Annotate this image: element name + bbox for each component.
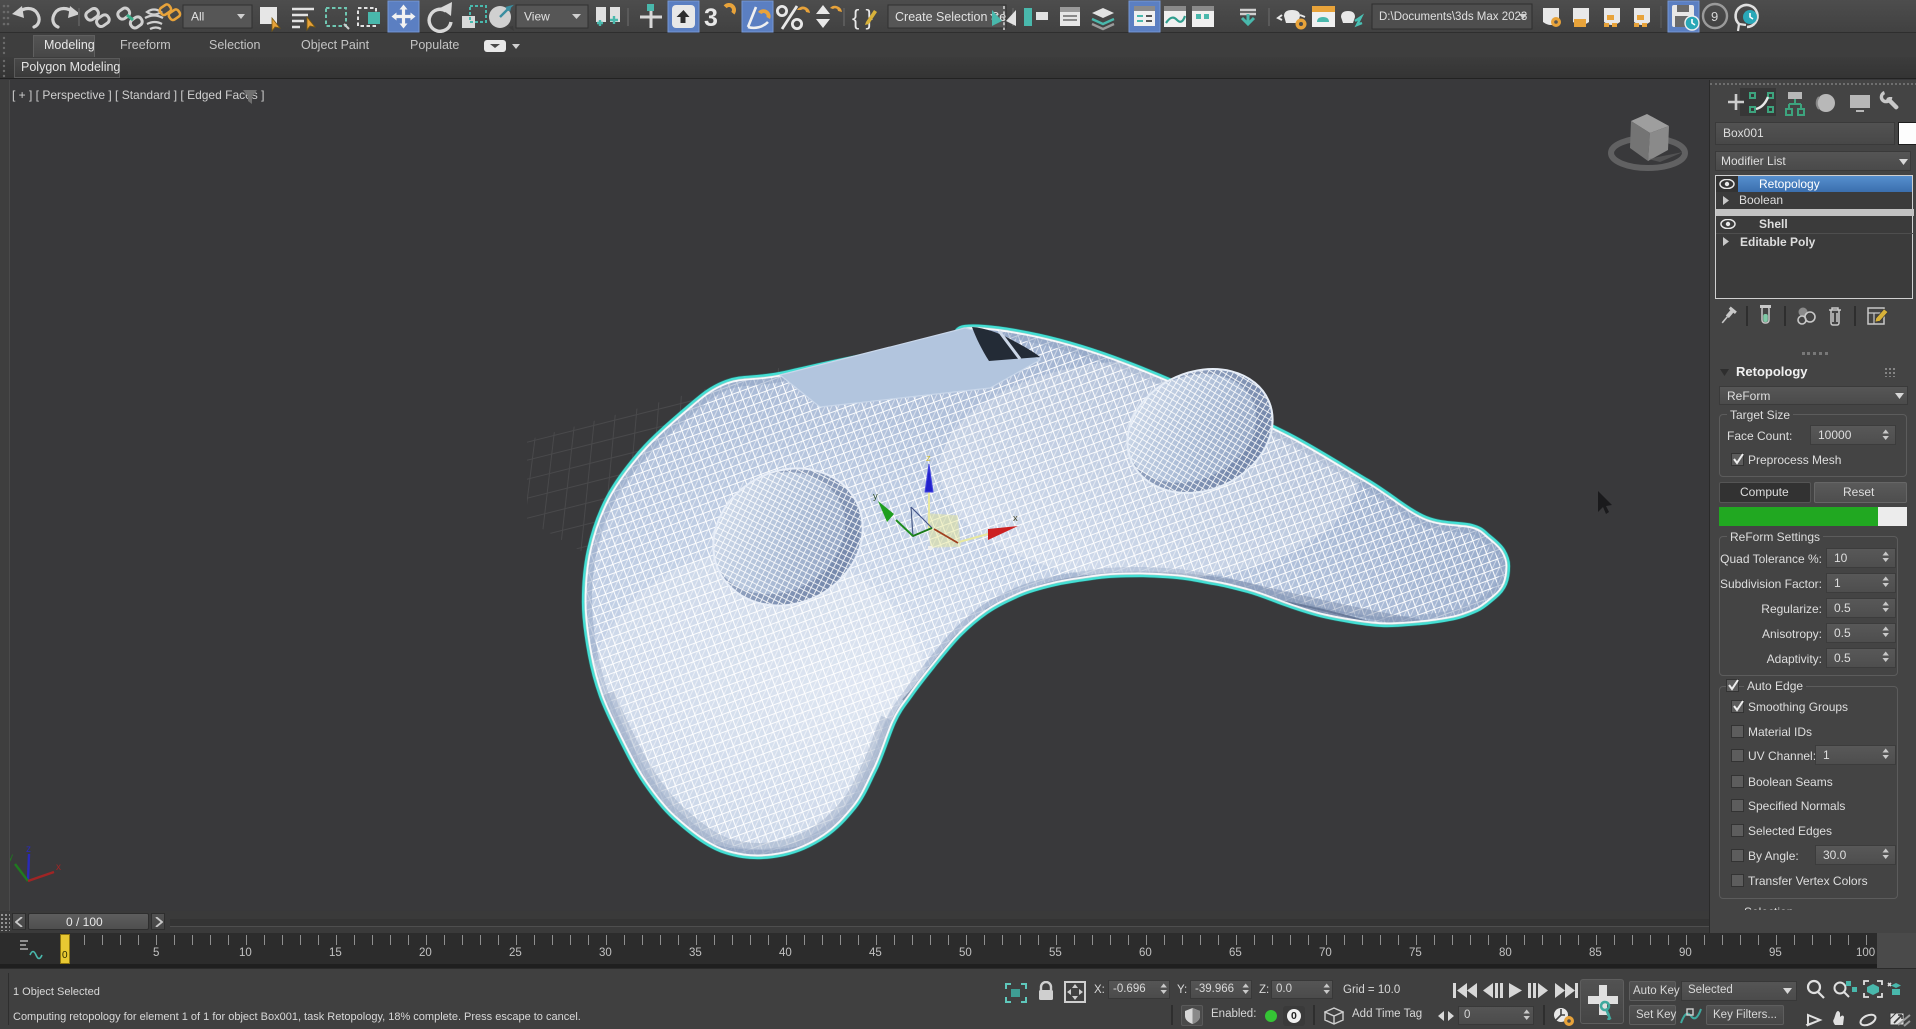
svg-text:3: 3: [704, 4, 718, 32]
svg-text:View: View: [524, 10, 550, 24]
svg-text:All: All: [191, 10, 204, 24]
svg-text:Create Selection Se: Create Selection Se: [895, 10, 1006, 24]
svg-text:D:\Documents\3ds Max 2023: D:\Documents\3ds Max 2023: [1379, 11, 1527, 23]
svg-text:9: 9: [1711, 9, 1718, 24]
